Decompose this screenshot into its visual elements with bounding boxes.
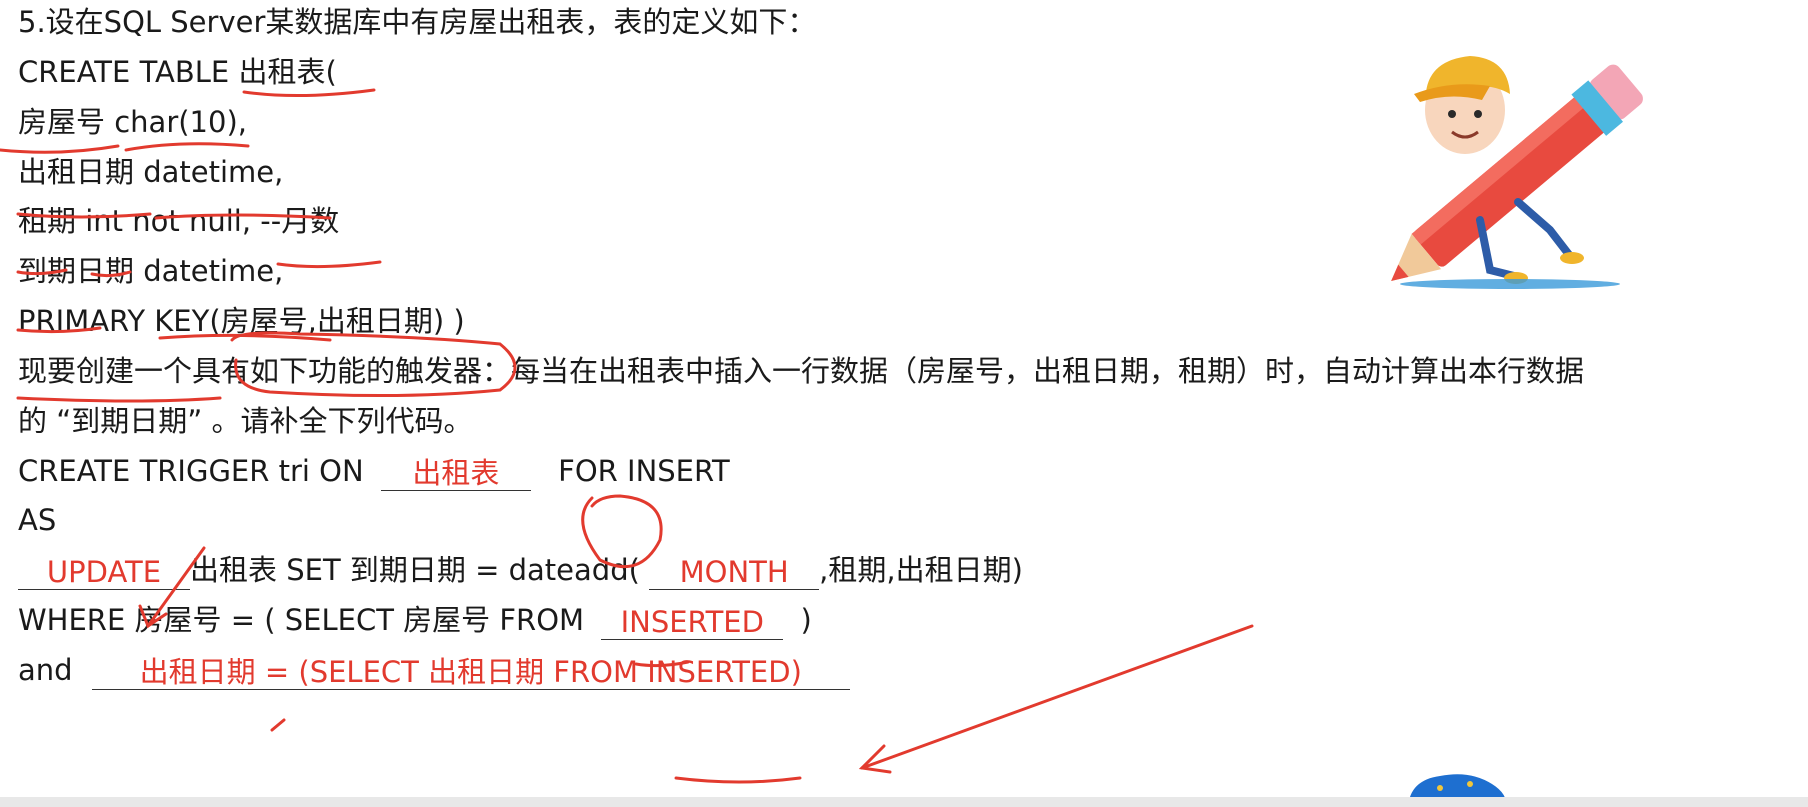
- column-house-number: 房屋号 char(10),: [18, 105, 247, 139]
- answer-condition: 出租日期 = (SELECT 出租日期 FROM INSERTED): [139, 655, 802, 689]
- blank-table-name[interactable]: 出租表: [380, 456, 531, 491]
- update-middle: 出租表 SET 到期日期 = dateadd(: [190, 553, 640, 587]
- create-table-line: CREATE TABLE 出租表(: [18, 55, 337, 89]
- column-due-date: 到期日期 datetime,: [18, 254, 284, 288]
- bottom-bar: [0, 797, 1808, 807]
- answer-update: UPDATE: [46, 555, 162, 589]
- as-line: AS: [18, 503, 57, 537]
- description-line-2: 的 “到期日期” 。请补全下列代码。: [18, 404, 473, 438]
- trigger-suffix: FOR INSERT: [558, 454, 730, 488]
- blank-update[interactable]: UPDATE: [18, 555, 190, 590]
- underline-inserted: [674, 776, 802, 784]
- and-prefix: and: [18, 653, 73, 687]
- update-line: UPDATE 出租表 SET 到期日期 = dateadd( MONTH ,租期…: [18, 550, 1023, 590]
- answer-inserted: INSERTED: [620, 605, 764, 639]
- question-intro: 5.设在SQL Server某数据库中有房屋出租表，表的定义如下：: [18, 5, 817, 39]
- underline-char10: [124, 142, 250, 152]
- answer-table-name: 出租表: [412, 456, 500, 490]
- underline-month-count: [276, 260, 382, 269]
- check-mark: [270, 718, 286, 732]
- and-line: and 出租日期 = (SELECT 出租日期 FROM INSERTED): [18, 650, 850, 690]
- update-tail: ,租期,出租日期): [819, 553, 1023, 587]
- boy-with-pencil-illustration: [1391, 56, 1643, 289]
- blank-inserted[interactable]: INSERTED: [601, 605, 784, 640]
- trigger-prefix: CREATE TRIGGER tri ON: [18, 454, 364, 488]
- where-suffix: ): [800, 603, 812, 637]
- column-lease-term: 租期 int not null, --月数: [18, 204, 340, 238]
- primary-key-line: PRIMARY KEY(房屋号,出租日期) ): [18, 304, 465, 338]
- column-rent-date: 出租日期 datetime,: [18, 155, 284, 189]
- where-line: WHERE 房屋号 = ( SELECT 房屋号 FROM INSERTED ): [18, 600, 812, 640]
- arrow-condition-head: [858, 744, 892, 774]
- description-line-1: 现要创建一个具有如下功能的触发器：每当在出租表中插入一行数据（房屋号，出租日期，…: [18, 354, 1585, 388]
- answer-month: MONTH: [679, 555, 789, 589]
- blank-month[interactable]: MONTH: [649, 555, 820, 590]
- blank-condition[interactable]: 出租日期 = (SELECT 出租日期 FROM INSERTED): [91, 655, 850, 690]
- where-prefix: WHERE 房屋号 = ( SELECT 房屋号 FROM: [18, 603, 585, 637]
- create-trigger-line: CREATE TRIGGER tri ON 出租表 FOR INSERT: [18, 451, 730, 491]
- arrow-condition-shaft: [860, 624, 1254, 770]
